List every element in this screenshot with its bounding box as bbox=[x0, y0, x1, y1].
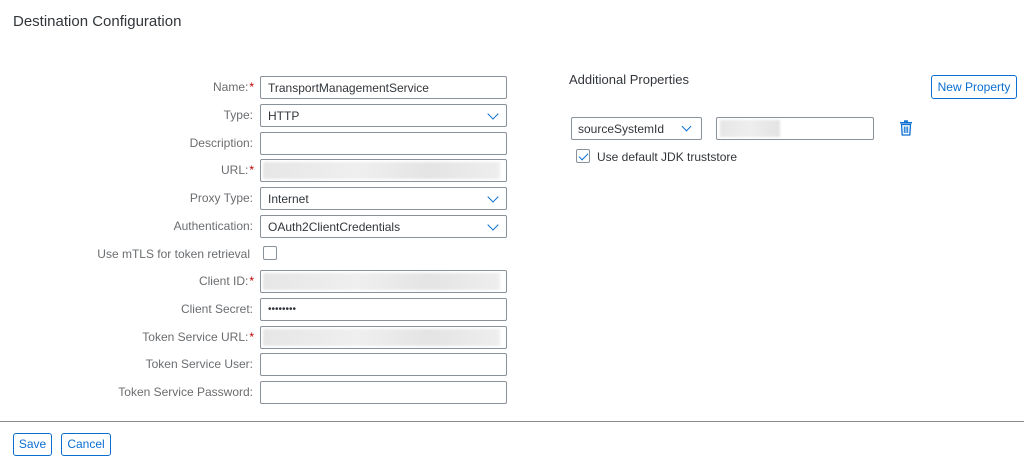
form-row-token-service-password: Token Service Password: bbox=[0, 381, 520, 404]
required-marker: * bbox=[249, 80, 254, 94]
client-secret-input[interactable]: •••••••• bbox=[260, 298, 507, 321]
save-button[interactable]: Save bbox=[13, 433, 52, 456]
token-service-url-input[interactable] bbox=[260, 326, 507, 349]
form-row-token-service-url: Token Service URL:* bbox=[0, 326, 520, 349]
required-marker: * bbox=[249, 163, 254, 177]
new-property-button[interactable]: New Property bbox=[931, 75, 1017, 99]
trash-icon[interactable] bbox=[899, 120, 913, 136]
additional-properties-title: Additional Properties bbox=[569, 72, 689, 87]
name-input[interactable]: TransportManagementService bbox=[260, 76, 507, 99]
proxy-type-select[interactable]: Internet bbox=[260, 187, 507, 210]
form-row-description: Description: bbox=[0, 132, 520, 155]
form-row-client-id: Client ID:* bbox=[0, 270, 520, 293]
chevron-down-icon bbox=[681, 121, 692, 132]
mtls-checkbox[interactable] bbox=[263, 246, 277, 260]
form-row-type: Type: HTTP bbox=[0, 104, 520, 127]
form-row-token-service-user: Token Service User: bbox=[0, 353, 520, 376]
property-value-input[interactable] bbox=[716, 117, 874, 140]
required-marker: * bbox=[249, 330, 254, 344]
token-service-user-input[interactable] bbox=[260, 353, 507, 376]
name-label: Name:* bbox=[212, 80, 254, 94]
page-title: Destination Configuration bbox=[13, 13, 182, 30]
client-secret-label: Client Secret: bbox=[180, 302, 253, 316]
url-input[interactable] bbox=[260, 159, 507, 182]
token-service-password-label: Token Service Password: bbox=[118, 385, 253, 399]
authentication-label: Authentication: bbox=[173, 219, 253, 233]
footer-divider bbox=[0, 421, 1024, 422]
type-label: Type: bbox=[223, 108, 253, 122]
chevron-down-icon bbox=[487, 191, 499, 203]
form-row-proxy-type: Proxy Type: Internet bbox=[0, 187, 520, 210]
token-service-url-label: Token Service URL:* bbox=[142, 330, 254, 344]
property-key-value: sourceSystemId bbox=[578, 122, 665, 136]
property-key-select[interactable]: sourceSystemId bbox=[571, 117, 702, 140]
form-row-url: URL:* bbox=[0, 159, 520, 182]
client-id-input[interactable] bbox=[260, 270, 507, 293]
form-row-mtls: Use mTLS for token retrieval bbox=[0, 243, 520, 266]
url-label: URL:* bbox=[220, 163, 254, 177]
type-select[interactable]: HTTP bbox=[260, 104, 507, 127]
use-jdk-truststore-checkbox[interactable] bbox=[576, 149, 590, 163]
chevron-down-icon bbox=[487, 219, 499, 231]
use-jdk-truststore-label: Use default JDK truststore bbox=[597, 150, 738, 164]
client-id-label: Client ID:* bbox=[198, 274, 254, 288]
cancel-button[interactable]: Cancel bbox=[61, 433, 111, 456]
description-label: Description: bbox=[189, 136, 253, 150]
description-input[interactable] bbox=[260, 132, 507, 155]
form-row-name: Name:* TransportManagementService bbox=[0, 76, 520, 99]
form-row-authentication: Authentication: OAuth2ClientCredentials bbox=[0, 215, 520, 238]
authentication-select[interactable]: OAuth2ClientCredentials bbox=[260, 215, 507, 238]
form-row-client-secret: Client Secret: •••••••• bbox=[0, 298, 520, 321]
required-marker: * bbox=[249, 274, 254, 288]
proxy-type-label: Proxy Type: bbox=[189, 191, 253, 205]
chevron-down-icon bbox=[487, 108, 499, 120]
token-service-user-label: Token Service User: bbox=[145, 357, 253, 371]
token-service-password-input[interactable] bbox=[260, 381, 507, 404]
mtls-label: Use mTLS for token retrieval bbox=[97, 247, 250, 261]
